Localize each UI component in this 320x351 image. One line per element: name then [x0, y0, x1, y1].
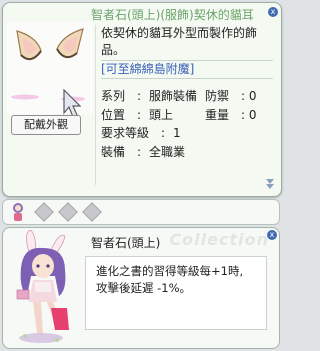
stat-value: 服飾裝備 [149, 89, 198, 103]
stat-value: 1 [173, 126, 181, 140]
card-effect-line-2: 攻擊後延遲 -1%。 [96, 281, 192, 295]
enchant-link[interactable]: [可至綿綿島附魔] [101, 60, 273, 79]
card-illustration [16, 230, 69, 343]
stat-row-equip: 裝備: 全職業 [101, 143, 273, 162]
stat-value: 頭上 [149, 107, 174, 122]
item-info-window: 智者石(頭上)(服飾)契休的貓耳 x 配戴外觀 依契休的貓耳外型而製作的飾 品。… [2, 2, 282, 197]
card-slot-bar [2, 199, 280, 225]
card-name: 智者石(頭上) [91, 236, 161, 250]
stat-label: 位置 [101, 107, 126, 122]
card-collection-window: Collection x 智者石(頭上) 進化之書的習得等級每+1時, 攻擊後延… [2, 227, 280, 349]
item-description: 依契休的貓耳外型而製作的飾 品。 [可至綿綿島附魔] [101, 25, 273, 79]
card-slot-3[interactable] [82, 202, 102, 222]
stat-colon: : [137, 144, 142, 159]
item-title: 智者石(頭上)(服飾)契休的貓耳 [91, 8, 254, 22]
stat-label: 要求等級 [101, 126, 150, 140]
item-stats: 系列: 服飾裝備 防禦: 0 位置: 頭上 重量: 0 要求等級:1 裝備: 全職業 [101, 87, 273, 161]
stat-row-location: 位置: 頭上 重量: 0 [101, 106, 273, 125]
stat-colon: : [137, 107, 142, 122]
card-slot-2[interactable] [58, 202, 78, 222]
stat-colon: : [137, 89, 142, 103]
description-line-1: 依契休的貓耳外型而製作的飾 [101, 26, 258, 40]
card-effect-line-1: 進化之書的習得等級每+1時, [96, 264, 244, 278]
stat-row-level: 要求等級:1 [101, 124, 273, 143]
cat-ear-left [16, 30, 42, 61]
description-line-2: 品。 [101, 43, 126, 57]
wear-appearance-button[interactable]: 配戴外觀 [11, 115, 81, 135]
card-effect-box: 進化之書的習得等級每+1時, 攻擊後延遲 -1%。 [85, 256, 267, 330]
stat-label: 系列 [101, 89, 126, 103]
stat-colon: : [241, 107, 246, 122]
card-slot-1[interactable] [34, 202, 54, 222]
character-icon [13, 203, 23, 221]
close-icon[interactable]: x [268, 7, 278, 17]
stat-label: 防禦 [205, 89, 230, 103]
close-icon[interactable]: x [267, 230, 277, 240]
stat-label: 裝備 [101, 144, 126, 159]
resize-grip-icon[interactable] [266, 179, 274, 189]
stat-value: 全職業 [149, 144, 186, 159]
stat-colon: : [161, 126, 166, 140]
stat-row-type: 系列: 服飾裝備 防禦: 0 [101, 87, 273, 106]
stat-label: 重量 [205, 107, 230, 122]
stat-value: 0 [248, 89, 257, 103]
stat-value: 0 [248, 107, 257, 122]
divider [95, 25, 96, 185]
collection-watermark: Collection [169, 230, 269, 249]
stat-colon: : [241, 89, 246, 103]
cat-ear-right [56, 28, 84, 59]
